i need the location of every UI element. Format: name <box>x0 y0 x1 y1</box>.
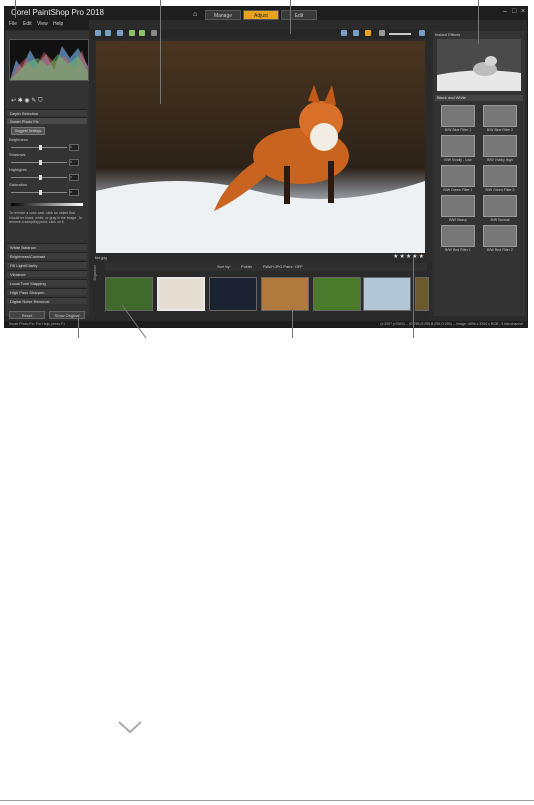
page-divider <box>0 800 534 801</box>
chevron-down-icon[interactable] <box>117 719 143 735</box>
callout-diagonal <box>121 304 147 339</box>
